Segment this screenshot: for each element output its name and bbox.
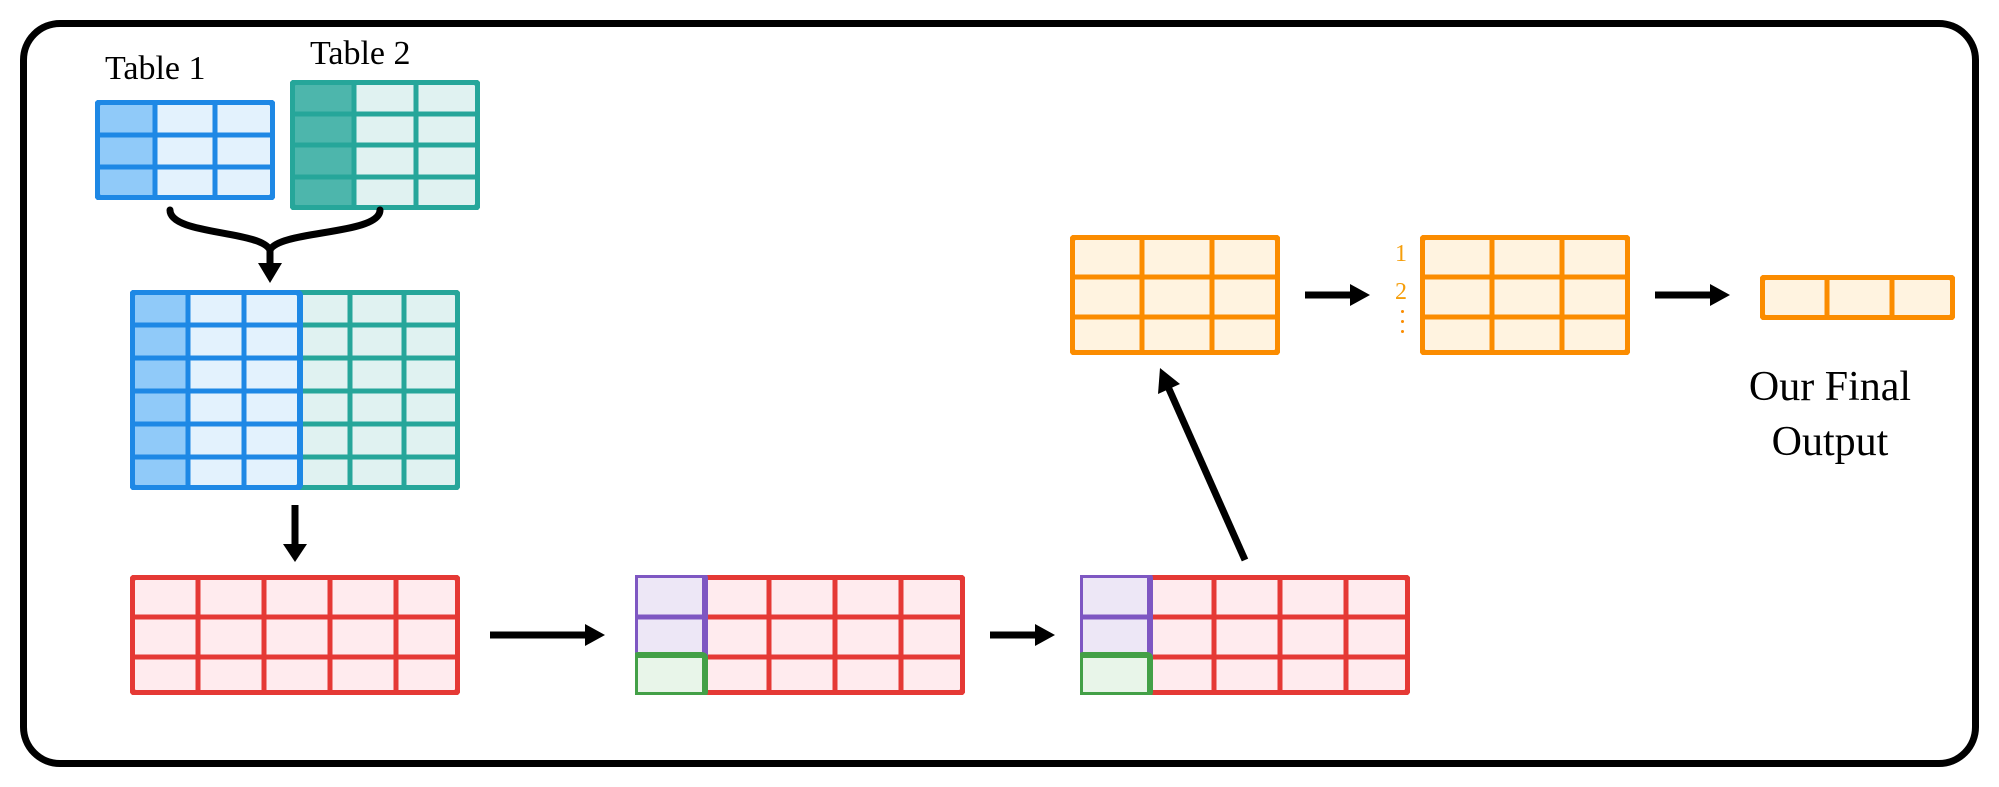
output-grid [1760,275,1955,325]
arrow-red2-to-red3 [985,615,1065,655]
sort-number-1: 1 [1395,242,1407,266]
table2-grid [290,80,480,215]
label-table2: Table 2 [310,35,411,73]
sort-ellipsis-dot [1401,310,1404,313]
sort-ellipsis-dot [1401,330,1404,333]
joined-grid [130,290,460,495]
orange1-grid [1070,235,1280,360]
arrow-joined-to-red1 [275,500,315,570]
red1-grid [130,575,460,700]
arrow-red3-to-orange1 [1140,360,1270,575]
orange2-sorted-grid [1420,235,1630,360]
arrow-red1-to-red2 [485,615,615,655]
red3-grid [1080,575,1410,700]
label-table1: Table 1 [105,50,206,88]
brace-merge-arrow [150,205,410,285]
red2-grid [635,575,965,700]
label-final-output: Our FinalOutput [1700,360,1960,469]
table1-grid [95,100,275,205]
sort-ellipsis-dot [1401,320,1404,323]
arrow-orange2-to-output [1650,275,1740,315]
sort-number-2: 2 [1395,280,1407,304]
arrow-orange1-to-orange2 [1300,275,1380,315]
